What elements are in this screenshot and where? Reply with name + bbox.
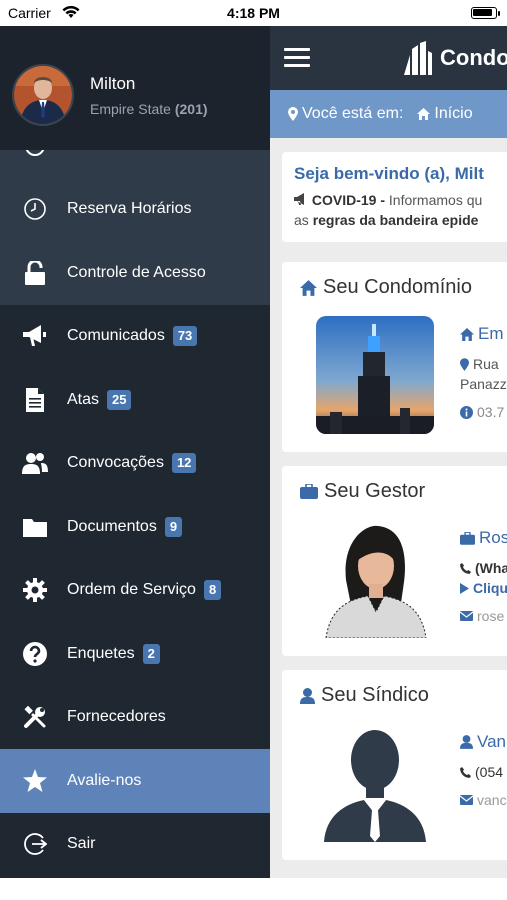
phone-icon xyxy=(460,766,471,778)
menu-item-controle-acesso[interactable]: Controle de Acesso xyxy=(0,241,270,305)
sindico-email[interactable]: vanc xyxy=(460,792,507,808)
menu-item-avalie-nos[interactable]: Avalie-nos xyxy=(0,749,270,813)
drawer-menu: Reserva Turnos Reserva Horários Controle… xyxy=(0,114,270,876)
condominio-cnpj: 03.7 xyxy=(460,404,504,420)
menu-item-enquetes[interactable]: Enquetes 2 xyxy=(0,622,270,686)
documentos-count-badge: 9 xyxy=(164,516,183,537)
menu-item-atas[interactable]: Atas 25 xyxy=(0,368,270,432)
star-icon xyxy=(22,768,48,794)
sindico-name[interactable]: Van xyxy=(460,732,506,752)
avatar[interactable] xyxy=(12,64,74,126)
welcome-title: Seja bem-vindo (a), Milt xyxy=(294,164,484,183)
ordem-servico-count-badge: 8 xyxy=(203,580,222,601)
covid-notice: COVID-19 - Informamos qu as regras da ba… xyxy=(294,190,507,230)
megaphone-icon xyxy=(22,323,48,349)
covid-label: COVID-19 - xyxy=(311,192,386,208)
building-photo xyxy=(316,316,434,434)
folder-icon xyxy=(22,514,48,540)
logout-icon xyxy=(22,831,48,857)
covid-line2-prefix: as xyxy=(294,212,309,228)
briefcase-icon xyxy=(460,531,475,545)
tools-icon xyxy=(22,704,48,730)
clock: 4:18 PM xyxy=(227,5,280,21)
menu-item-fornecedores[interactable]: Fornecedores xyxy=(0,686,270,750)
condominio-title: Seu Condomínio xyxy=(300,276,472,299)
condominio-address-line2: Panazz xyxy=(460,376,507,392)
sindico-title: Seu Síndico xyxy=(300,684,429,707)
briefcase-icon xyxy=(300,484,318,499)
info-icon xyxy=(460,405,473,419)
atas-count-badge: 25 xyxy=(107,389,132,410)
play-icon xyxy=(460,582,469,594)
convocacoes-count-badge: 12 xyxy=(171,453,197,474)
gestor-photo xyxy=(316,520,434,638)
building-logo-icon xyxy=(404,41,432,75)
gestor-name[interactable]: Ros xyxy=(460,528,507,548)
envelope-icon xyxy=(460,795,473,805)
gestor-title: Seu Gestor xyxy=(300,480,425,503)
sindico-phone[interactable]: (054 xyxy=(460,764,503,780)
home-icon xyxy=(300,279,317,296)
menu-item-reserva-horarios[interactable]: Reserva Horários xyxy=(0,177,270,241)
question-circle-icon xyxy=(22,641,48,667)
home-icon xyxy=(460,327,474,341)
profile-header[interactable]: Milton Empire State (201) xyxy=(0,26,270,150)
breadcrumb-home[interactable]: Início xyxy=(417,105,473,123)
condominio-name[interactable]: Em xyxy=(460,324,504,344)
sindico-card: Seu Síndico Van (054 vanc xyxy=(282,670,507,860)
side-drawer: Reserva Turnos Reserva Horários Controle… xyxy=(0,26,270,878)
breadcrumb-current: Início xyxy=(434,105,473,122)
users-icon xyxy=(22,450,48,476)
unlock-icon xyxy=(22,260,48,286)
covid-text: Informamos qu xyxy=(388,192,483,208)
comunicados-count-badge: 73 xyxy=(172,326,198,347)
user-icon xyxy=(300,687,315,704)
phone-icon xyxy=(460,562,471,574)
menu-item-convocacoes[interactable]: Convocações 12 xyxy=(0,432,270,496)
envelope-icon xyxy=(460,611,473,621)
location-pin-icon xyxy=(288,107,298,121)
gestor-click[interactable]: Cliqu xyxy=(460,580,507,596)
condominio-card: Seu Condomínio Em Rua Panazz 03.7 xyxy=(282,262,507,452)
clock-icon xyxy=(22,196,48,222)
condominio-address: Rua xyxy=(460,356,499,372)
welcome-card: Seja bem-vindo (a), Milt COVID-19 - Info… xyxy=(282,152,507,242)
menu-icon[interactable] xyxy=(284,48,310,68)
profile-condo: Empire State (201) xyxy=(90,101,208,117)
brand-logo: Condo xyxy=(402,40,507,76)
main-content: Condo Você está em: Início Seja bem-vind… xyxy=(270,26,507,878)
location-pin-icon xyxy=(460,357,469,371)
breadcrumb-prefix: Você está em: xyxy=(302,105,404,122)
enquetes-count-badge: 2 xyxy=(142,643,160,664)
breadcrumb: Você está em: Início xyxy=(270,90,507,138)
brand-name: Condo xyxy=(440,45,507,70)
gestor-card: Seu Gestor Ros (Wha Cliqu rose xyxy=(282,466,507,656)
menu-item-sair[interactable]: Sair xyxy=(0,813,270,877)
sindico-avatar-placeholder xyxy=(316,724,434,842)
top-bar: Condo xyxy=(270,26,507,90)
profile-name: Milton xyxy=(90,74,136,93)
battery-icon xyxy=(471,7,497,19)
menu-item-ordem-servico[interactable]: Ordem de Serviço 8 xyxy=(0,559,270,623)
document-icon xyxy=(22,387,48,413)
status-bar: Carrier 4:18 PM xyxy=(0,0,507,26)
gear-icon xyxy=(22,577,48,603)
gestor-email[interactable]: rose xyxy=(460,608,504,624)
gestor-phone[interactable]: (Wha xyxy=(460,560,507,576)
megaphone-icon xyxy=(294,193,304,205)
covid-line2-bold: regras da bandeira epide xyxy=(312,212,479,228)
menu-item-documentos[interactable]: Documentos 9 xyxy=(0,495,270,559)
menu-item-comunicados[interactable]: Comunicados 73 xyxy=(0,305,270,369)
user-icon xyxy=(460,735,473,749)
home-icon xyxy=(417,108,431,120)
bottom-area xyxy=(0,878,507,900)
